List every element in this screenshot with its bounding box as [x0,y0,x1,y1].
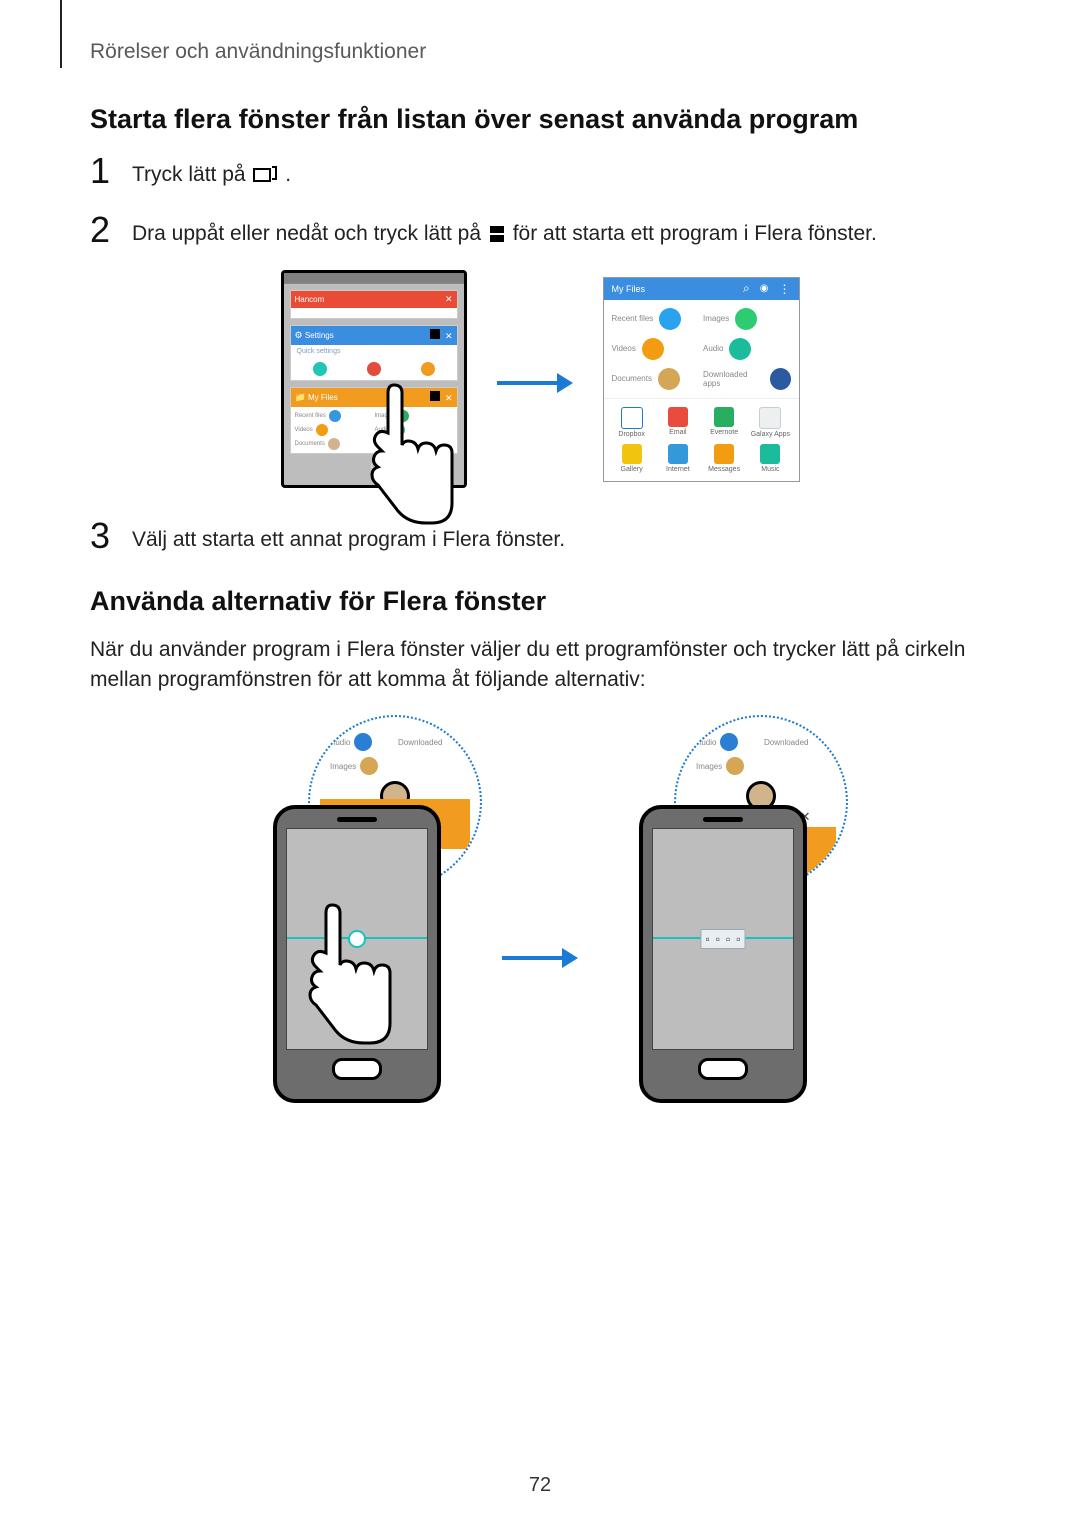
messages-icon [714,444,734,464]
section-title-2: Använda alternativ för Flera fönster [90,586,990,617]
hand-pointer-icon [282,895,402,1075]
gear-icon: ⚙ [295,330,303,340]
document-icon [726,757,744,775]
card-title: Settings [305,331,334,340]
galaxy-apps-icon [759,407,781,429]
clock-icon [659,308,681,330]
multiwindow-icon [489,221,505,253]
quick-toggle-icon [421,362,435,376]
recent-card-myfiles: 📁 My Files ✕ Recent files Images Videos … [290,387,458,454]
page-number: 72 [0,1474,1080,1497]
option-icon: ▫ [736,932,740,946]
manual-page: Rörelser och användningsfunktioner Start… [0,0,1080,1527]
multiwindow-icon [430,391,440,401]
step-number: 2 [90,212,132,248]
step-3: 3 Välj att starta ett annat program i Fl… [90,518,990,556]
step-text: Tryck lätt på . [132,153,291,194]
search-icon: ⌕ [743,281,750,296]
storage-icon: ◉ [760,283,769,294]
text: . [285,163,291,186]
image-icon [735,308,757,330]
phone-multiwindow-open: Audio Downloaded Images ↶ ⇆ ⛶ ⛶ ✕ Ta [608,725,838,1103]
music-icon [760,444,780,464]
card-title: Hancom [295,295,325,304]
myfiles-panel: My Files ⌕ ◉ ⋮ Recent files Images Video… [603,277,800,482]
breadcrumb: Rörelser och användningsfunktioner [90,40,990,64]
arrow-right-icon [497,352,573,406]
video-icon [642,338,664,360]
section-title-1: Starta flera fönster från listan över se… [90,104,990,135]
multiwindow-icon [430,329,440,339]
step-text: Välj att starta ett annat program i Fler… [132,518,565,556]
text: Dra uppåt eller nedåt och tryck lätt på [132,222,487,245]
step-number: 1 [90,153,132,189]
arrow-right-icon [502,927,578,981]
step-number: 3 [90,518,132,554]
recent-apps-icon [253,162,277,194]
gallery-icon [622,444,642,464]
audio-icon [729,338,751,360]
quick-toggle-icon [367,362,381,376]
option-icon: ▫ [726,932,730,946]
recent-card-hancom: Hancom ✕ [290,290,458,319]
document-icon [658,368,680,390]
phone-recent-apps: Hancom ✕ ⚙ Settings ✕ Quick settings [281,270,467,488]
close-icon: ✕ [445,331,453,341]
text: för att starta ett program i Flera fönst… [513,222,877,245]
option-icon: ▫ [716,932,720,946]
quick-toggle-icon [313,362,327,376]
text: Tryck lätt på [132,163,251,186]
dropbox-icon [621,407,643,429]
audio-icon [720,733,738,751]
recent-card-settings: ⚙ Settings ✕ Quick settings [290,325,458,381]
multiwindow-option-bar: ▫ ▫ ▫ ▫ [700,929,745,949]
folder-icon: 📁 [295,392,306,402]
margin-rule [60,0,62,68]
audio-icon [354,733,372,751]
evernote-icon [714,407,734,427]
close-icon: ✕ [445,393,453,403]
panel-title: My Files [612,284,646,294]
step-1: 1 Tryck lätt på . [90,153,990,194]
figure-1: Hancom ✕ ⚙ Settings ✕ Quick settings [90,270,990,488]
home-button [698,1058,748,1080]
card-title: My Files [308,393,338,402]
more-icon: ⋮ [779,282,791,296]
internet-icon [668,444,688,464]
document-icon [360,757,378,775]
step-text: Dra uppåt eller nedåt och tryck lätt på … [132,212,877,253]
close-icon: ✕ [445,294,453,305]
email-icon [668,407,688,427]
phone-multiwindow-closed: Audio Downloaded Images Tap to add prior… [242,725,472,1103]
step-2: 2 Dra uppåt eller nedåt och tryck lätt p… [90,212,990,253]
section-body: När du använder program i Flera fönster … [90,635,990,696]
download-icon [770,368,791,390]
option-icon: ▫ [705,932,709,946]
figure-2: Audio Downloaded Images Tap to add prior… [90,725,990,1103]
